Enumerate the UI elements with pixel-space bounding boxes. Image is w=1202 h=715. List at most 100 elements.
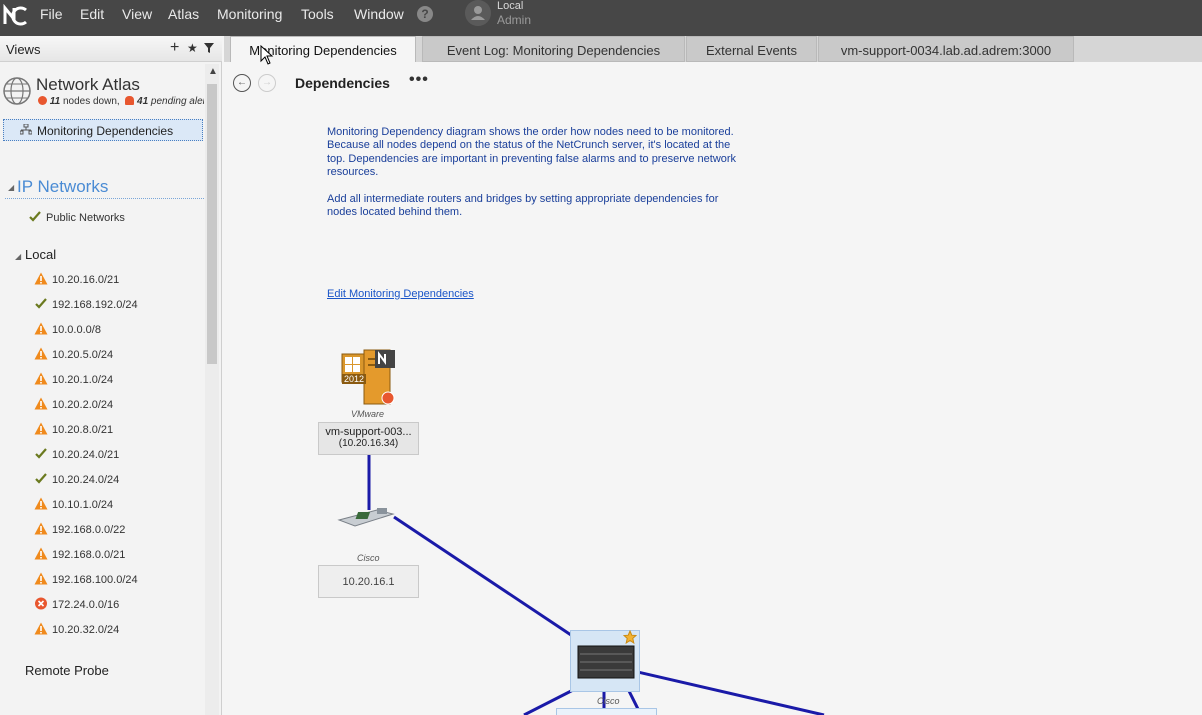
router-node[interactable]: 10.20.16.1	[318, 565, 419, 598]
mouse-cursor-icon	[260, 45, 274, 65]
public-networks-item[interactable]: Public Networks	[28, 210, 125, 230]
view-monitoring-dependencies[interactable]: Monitoring Dependencies	[3, 119, 203, 141]
warning-icon	[34, 497, 48, 510]
local-network-label: 10.10.1.0/24	[52, 499, 114, 511]
local-network-label: 10.20.1.0/24	[52, 374, 114, 386]
connection-line	[393, 515, 575, 639]
menu-bar: File Edit View Atlas Monitoring Tools Wi…	[0, 0, 1202, 36]
local-network-item[interactable]: 10.20.16.0/21	[34, 272, 119, 292]
local-network-item[interactable]: 10.20.8.0/21	[34, 422, 113, 442]
network-card-icon[interactable]	[337, 504, 397, 530]
divider	[5, 198, 204, 199]
local-network-item[interactable]: 10.20.1.0/24	[34, 372, 113, 392]
local-network-item[interactable]: 192.168.192.0/24	[34, 297, 138, 317]
warning-icon	[34, 347, 48, 360]
nodes-down-label: nodes down,	[62, 96, 120, 107]
page-title: Dependencies	[295, 75, 390, 91]
dependencies-icon	[20, 124, 32, 135]
back-button[interactable]: ←	[233, 74, 251, 92]
local-network-item[interactable]: 172.24.0.0/16	[34, 597, 119, 617]
local-network-label: 192.168.0.0/22	[52, 524, 126, 536]
switch-icon[interactable]	[576, 642, 636, 682]
nodes-down-count: 11	[49, 96, 61, 107]
description-paragraph: Monitoring Dependency diagram shows the …	[327, 126, 737, 179]
menu-file[interactable]: File	[40, 6, 63, 22]
server-node[interactable]: vm-support-003... (10.20.16.34)	[318, 422, 419, 455]
user-name: Admin	[497, 13, 532, 27]
star-icon	[623, 630, 637, 644]
server-name: vm-support-003...	[325, 426, 412, 438]
local-network-item[interactable]: 192.168.100.0/24	[34, 572, 138, 592]
local-collapse-icon[interactable]: ◢	[15, 252, 21, 261]
local-network-label: 172.24.0.0/16	[52, 599, 120, 611]
local-network-item[interactable]: 10.20.5.0/24	[34, 347, 113, 367]
add-view-button[interactable]: +	[170, 39, 179, 57]
user-location: Local	[497, 0, 524, 12]
user-avatar-icon[interactable]	[465, 0, 491, 26]
switch-label-box[interactable]	[556, 708, 657, 715]
scroll-thumb[interactable]	[207, 84, 217, 364]
warning-icon	[34, 622, 48, 635]
check-icon	[35, 473, 47, 484]
warning-icon	[34, 272, 48, 285]
menu-tools[interactable]: Tools	[301, 6, 334, 22]
views-header: Views + ★	[0, 36, 222, 62]
check-icon	[35, 448, 47, 459]
tab-monitoring-dependencies[interactable]: Monitoring Dependencies	[230, 36, 416, 63]
help-icon[interactable]: ?	[417, 6, 433, 22]
tab-bar: Monitoring Dependencies Event Log: Monit…	[224, 36, 1202, 63]
views-title: Views	[6, 42, 41, 57]
local-network-item[interactable]: 10.20.2.0/24	[34, 397, 113, 417]
server-vendor-label: VMware	[351, 409, 385, 419]
atlas-title[interactable]: Network Atlas	[36, 75, 140, 95]
forward-button[interactable]: →	[258, 74, 276, 92]
local-network-item[interactable]: 10.20.24.0/21	[34, 447, 119, 467]
netcrunch-logo-icon	[3, 4, 27, 26]
view-label: Monitoring Dependencies	[37, 124, 174, 138]
edit-dependencies-link[interactable]: Edit Monitoring Dependencies	[327, 288, 474, 300]
local-network-item[interactable]: 10.20.32.0/24	[34, 622, 119, 642]
nodes-down-icon	[38, 96, 47, 105]
connection-line	[628, 668, 825, 715]
tab-event-log[interactable]: Event Log: Monitoring Dependencies	[422, 36, 685, 62]
toolbar: ← → Dependencies •••	[224, 62, 1202, 102]
server-ip: (10.20.16.34)	[338, 438, 399, 449]
local-network-item[interactable]: 10.20.24.0/24	[34, 472, 119, 492]
warning-icon	[34, 422, 48, 435]
menu-window[interactable]: Window	[354, 6, 404, 22]
local-network-item[interactable]: 192.168.0.0/22	[34, 522, 125, 542]
atlas-stats: 11 nodes down, 41 pending aler	[38, 96, 204, 107]
menu-monitoring[interactable]: Monitoring	[217, 6, 282, 22]
ip-networks-collapse-icon[interactable]: ◢	[8, 183, 14, 192]
scroll-up-icon[interactable]: ▲	[208, 66, 218, 77]
public-networks-label: Public Networks	[46, 212, 125, 224]
switch-vendor-label: Cisco	[597, 696, 620, 706]
menu-edit[interactable]: Edit	[80, 6, 104, 22]
local-network-item[interactable]: 10.0.0.0/8	[34, 322, 101, 342]
views-scrollbar[interactable]: ▲	[205, 64, 219, 715]
local-title[interactable]: Local	[25, 247, 56, 262]
tab-vm-support[interactable]: vm-support-0034.lab.ad.adrem:3000	[818, 36, 1074, 62]
globe-icon	[3, 77, 31, 105]
local-network-label: 10.20.5.0/24	[52, 349, 114, 361]
local-network-label: 192.168.0.0/21	[52, 549, 126, 561]
bell-icon	[125, 96, 135, 105]
filter-icon[interactable]	[204, 43, 214, 53]
ip-networks-title[interactable]: IP Networks	[17, 177, 108, 197]
local-network-label: 10.20.24.0/21	[52, 449, 120, 461]
warning-icon	[34, 572, 48, 585]
more-options-button[interactable]: •••	[409, 71, 429, 89]
local-network-item[interactable]: 10.10.1.0/24	[34, 497, 113, 517]
menu-atlas[interactable]: Atlas	[168, 6, 199, 22]
local-network-label: 192.168.192.0/24	[52, 299, 138, 311]
os-version-badge: 2012	[342, 374, 367, 384]
warning-icon	[34, 372, 48, 385]
check-icon	[35, 298, 47, 309]
local-network-item[interactable]: 192.168.0.0/21	[34, 547, 125, 567]
remote-probe-title[interactable]: Remote Probe	[25, 663, 109, 678]
local-network-label: 10.20.8.0/21	[52, 424, 114, 436]
menu-view[interactable]: View	[122, 6, 152, 22]
tab-external-events[interactable]: External Events	[686, 36, 817, 62]
favorite-button[interactable]: ★	[187, 41, 198, 55]
check-icon	[29, 211, 41, 222]
